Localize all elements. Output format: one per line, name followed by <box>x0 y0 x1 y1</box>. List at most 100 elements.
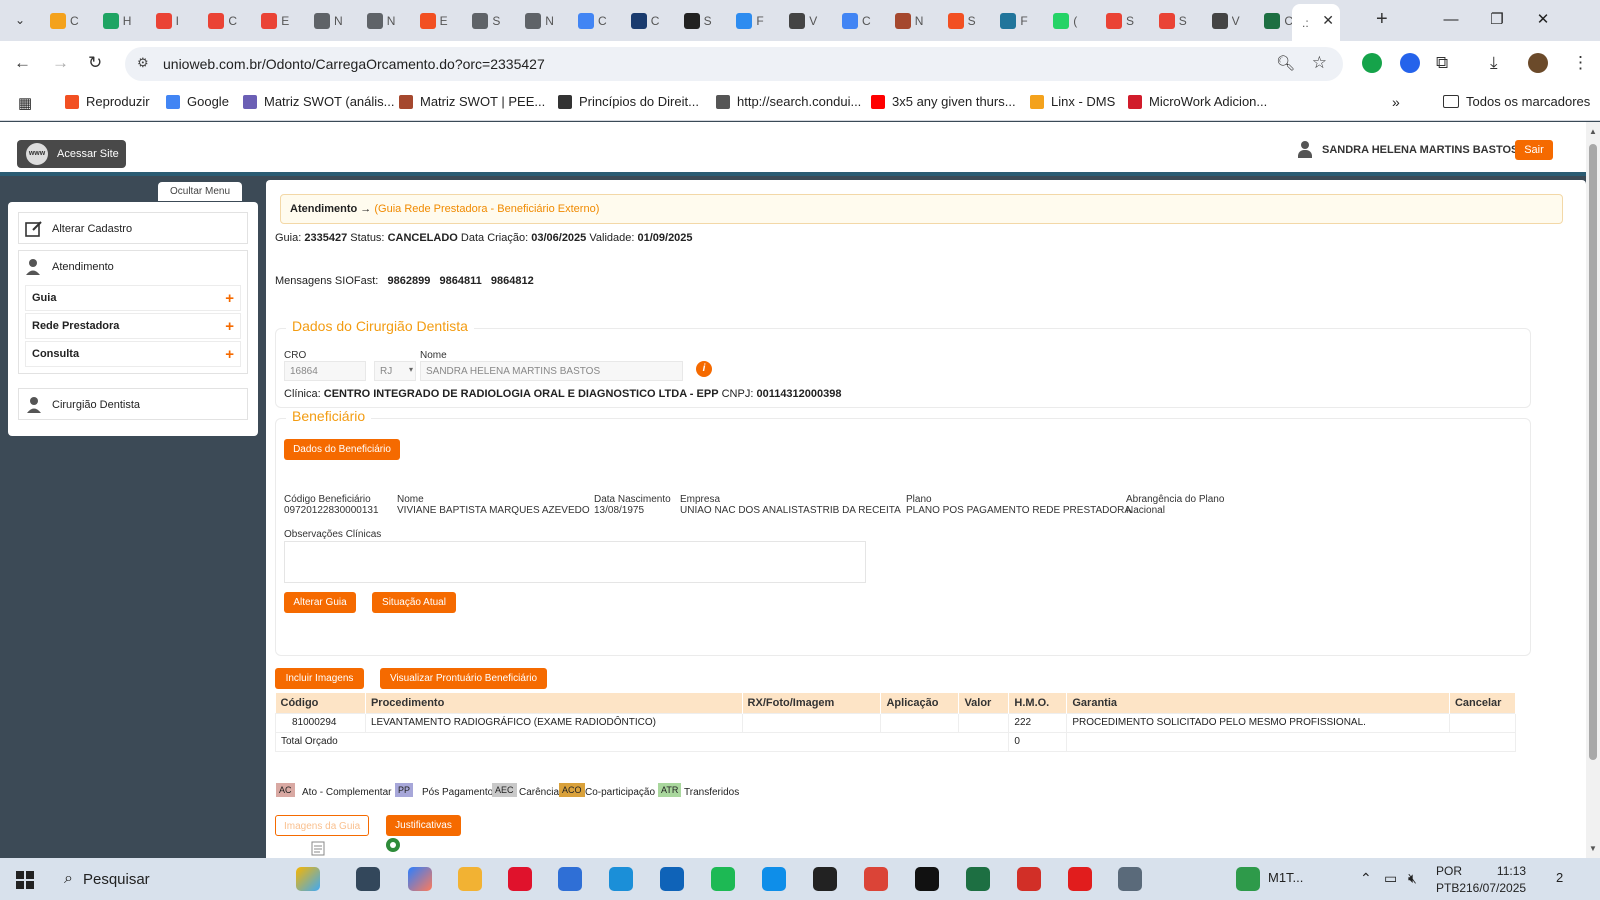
edge-icon[interactable] <box>609 867 633 891</box>
spotify-icon[interactable] <box>711 867 735 891</box>
cro-field[interactable]: 16864 <box>284 361 366 381</box>
beneficiary-data-button[interactable]: Dados do Beneficiário <box>284 439 400 460</box>
copilot-app-icon[interactable] <box>408 867 432 891</box>
teamviewer-icon[interactable] <box>762 867 786 891</box>
sidebar-item-atendimento[interactable]: Atendimento <box>19 251 247 283</box>
expand-plus-icon[interactable]: + <box>225 318 234 335</box>
calculator-icon[interactable] <box>1118 867 1142 891</box>
bookmark-item[interactable]: Reproduzir <box>65 94 150 109</box>
image-icon[interactable] <box>384 836 402 854</box>
guide-images-button[interactable]: Imagens da Guia <box>275 815 369 836</box>
url-text[interactable]: unioweb.com.br/Odonto/CarregaOrcamento.d… <box>163 56 545 72</box>
bookmark-item[interactable]: Matriz SWOT | PEE... <box>399 94 545 109</box>
opera-icon[interactable] <box>508 867 532 891</box>
page-scrollbar[interactable]: ▲ ▼ <box>1586 122 1600 858</box>
extension-icon[interactable] <box>1400 53 1420 73</box>
access-site-button[interactable]: www Acessar Site <box>17 140 126 168</box>
bookmarks-more-button[interactable]: » <box>1392 94 1400 110</box>
zoom-icon[interactable]: 🔍︎ <box>1276 54 1295 72</box>
browser-tab[interactable]: N <box>357 6 405 36</box>
bookmark-item[interactable]: http://search.condui... <box>716 94 861 109</box>
scroll-up-icon[interactable]: ▲ <box>1589 127 1597 136</box>
browser-tab[interactable]: C <box>198 6 246 36</box>
scrollbar-thumb[interactable] <box>1589 144 1597 760</box>
new-tab-button[interactable]: + <box>1376 8 1388 31</box>
forward-icon[interactable]: → <box>52 53 69 73</box>
document-icon[interactable] <box>309 839 327 857</box>
task-view-icon[interactable] <box>356 867 380 891</box>
alter-guide-button[interactable]: Alterar Guia <box>284 592 356 613</box>
browser-tab[interactable]: S <box>1149 6 1197 36</box>
browser-tab[interactable]: N <box>885 6 933 36</box>
tray-app-icon[interactable] <box>1236 867 1260 891</box>
file-explorer-icon[interactable] <box>458 867 482 891</box>
acrobat-icon[interactable] <box>1017 867 1041 891</box>
view-record-button[interactable]: Visualizar Prontuário Beneficiário <box>380 668 547 689</box>
bookmark-item[interactable]: Google <box>166 94 229 109</box>
sidebar-item-rede-prestadora[interactable]: Rede Prestadora + <box>25 313 241 339</box>
clock[interactable]: 11:13 16/07/2025 <box>1466 863 1526 897</box>
bookmark-star-icon[interactable]: ☆ <box>1312 53 1327 73</box>
omnibox[interactable]: ⚙ unioweb.com.br/Odonto/CarregaOrcamento… <box>125 47 1343 81</box>
bookmark-item[interactable]: MicroWork Adicion... <box>1128 94 1267 109</box>
browser-tab[interactable]: E <box>251 6 299 36</box>
profile-avatar[interactable] <box>1528 53 1548 73</box>
info-icon[interactable]: i <box>696 361 712 377</box>
sidebar-item-consulta[interactable]: Consulta + <box>25 341 241 367</box>
browser-tab[interactable]: C <box>621 6 669 36</box>
reload-icon[interactable]: ↻ <box>88 53 102 73</box>
cell-cancelar[interactable] <box>1448 712 1517 733</box>
sidebar-item-guia[interactable]: Guia + <box>25 285 241 311</box>
browser-tab[interactable]: F <box>990 6 1038 36</box>
browser-tab[interactable]: F <box>726 6 774 36</box>
bookmark-item[interactable]: Matriz SWOT (anális... <box>243 94 395 109</box>
dentist-name-field[interactable]: SANDRA HELENA MARTINS BASTOS <box>420 361 683 381</box>
input-language[interactable]: POR PTB2 <box>1436 863 1466 897</box>
back-icon[interactable]: ← <box>14 53 31 73</box>
bookmark-item[interactable]: Linx - DMS <box>1030 94 1115 109</box>
tab-search-icon[interactable]: ⌄ <box>8 8 32 32</box>
site-info-icon[interactable]: ⚙ <box>137 55 149 71</box>
close-window-button[interactable]: ✕ <box>1520 6 1566 34</box>
all-bookmarks-button[interactable]: Todos os marcadores <box>1443 94 1590 109</box>
sidebar-item-cirurgiao[interactable]: Cirurgião Dentista <box>18 388 248 420</box>
live-app-icon[interactable] <box>813 867 837 891</box>
expand-plus-icon[interactable]: + <box>225 346 234 363</box>
browser-tab[interactable]: S <box>938 6 986 36</box>
browser-tab[interactable]: S <box>1096 6 1144 36</box>
copilot-icon[interactable] <box>296 867 320 891</box>
sidebar-item-alterar-cadastro[interactable]: Alterar Cadastro <box>18 212 248 244</box>
justifications-button[interactable]: Justificativas <box>386 815 461 836</box>
uf-select[interactable]: RJ ▾ <box>374 361 416 381</box>
notification-icon[interactable]: 2 <box>1556 870 1563 885</box>
maximize-button[interactable]: ❐ <box>1474 6 1520 34</box>
browser-tab[interactable]: S <box>462 6 510 36</box>
scroll-down-icon[interactable]: ▼ <box>1589 844 1597 853</box>
browser-menu-icon[interactable]: ⋮ <box>1572 53 1589 73</box>
browser-tab[interactable]: N <box>304 6 352 36</box>
store-icon[interactable] <box>558 867 582 891</box>
pen-app-icon[interactable] <box>915 867 939 891</box>
current-status-button[interactable]: Situação Atual <box>372 592 456 613</box>
browser-tab[interactable]: I <box>146 6 194 36</box>
bookmark-item[interactable]: 3x5 any given thurs... <box>871 94 1016 109</box>
browser-tab[interactable]: N <box>515 6 563 36</box>
chrome-icon[interactable] <box>864 867 888 891</box>
clinical-notes-field[interactable] <box>284 541 866 583</box>
browser-tab[interactable]: ( <box>1043 6 1091 36</box>
browser-tab[interactable]: V <box>1202 6 1250 36</box>
tray-chevron-icon[interactable]: ⌃ <box>1360 870 1372 887</box>
outlook-icon[interactable] <box>660 867 684 891</box>
hide-menu-tab[interactable]: Ocultar Menu <box>158 182 242 201</box>
logout-button[interactable]: Sair <box>1515 140 1553 160</box>
tray-network-icon[interactable]: ▭ <box>1384 870 1397 887</box>
browser-tab[interactable]: V <box>779 6 827 36</box>
bookmark-item[interactable]: Princípios do Direit... <box>558 94 699 109</box>
apps-grid-icon[interactable]: ▦ <box>18 94 32 112</box>
download-icon[interactable]: ⤓ <box>1490 53 1498 73</box>
browser-tab[interactable]: S <box>674 6 722 36</box>
browser-tab[interactable]: C <box>40 6 88 36</box>
extensions-puzzle-icon[interactable]: ⧉ <box>1436 53 1448 73</box>
browser-tab[interactable]: C <box>832 6 880 36</box>
minimize-button[interactable]: — <box>1428 6 1474 34</box>
